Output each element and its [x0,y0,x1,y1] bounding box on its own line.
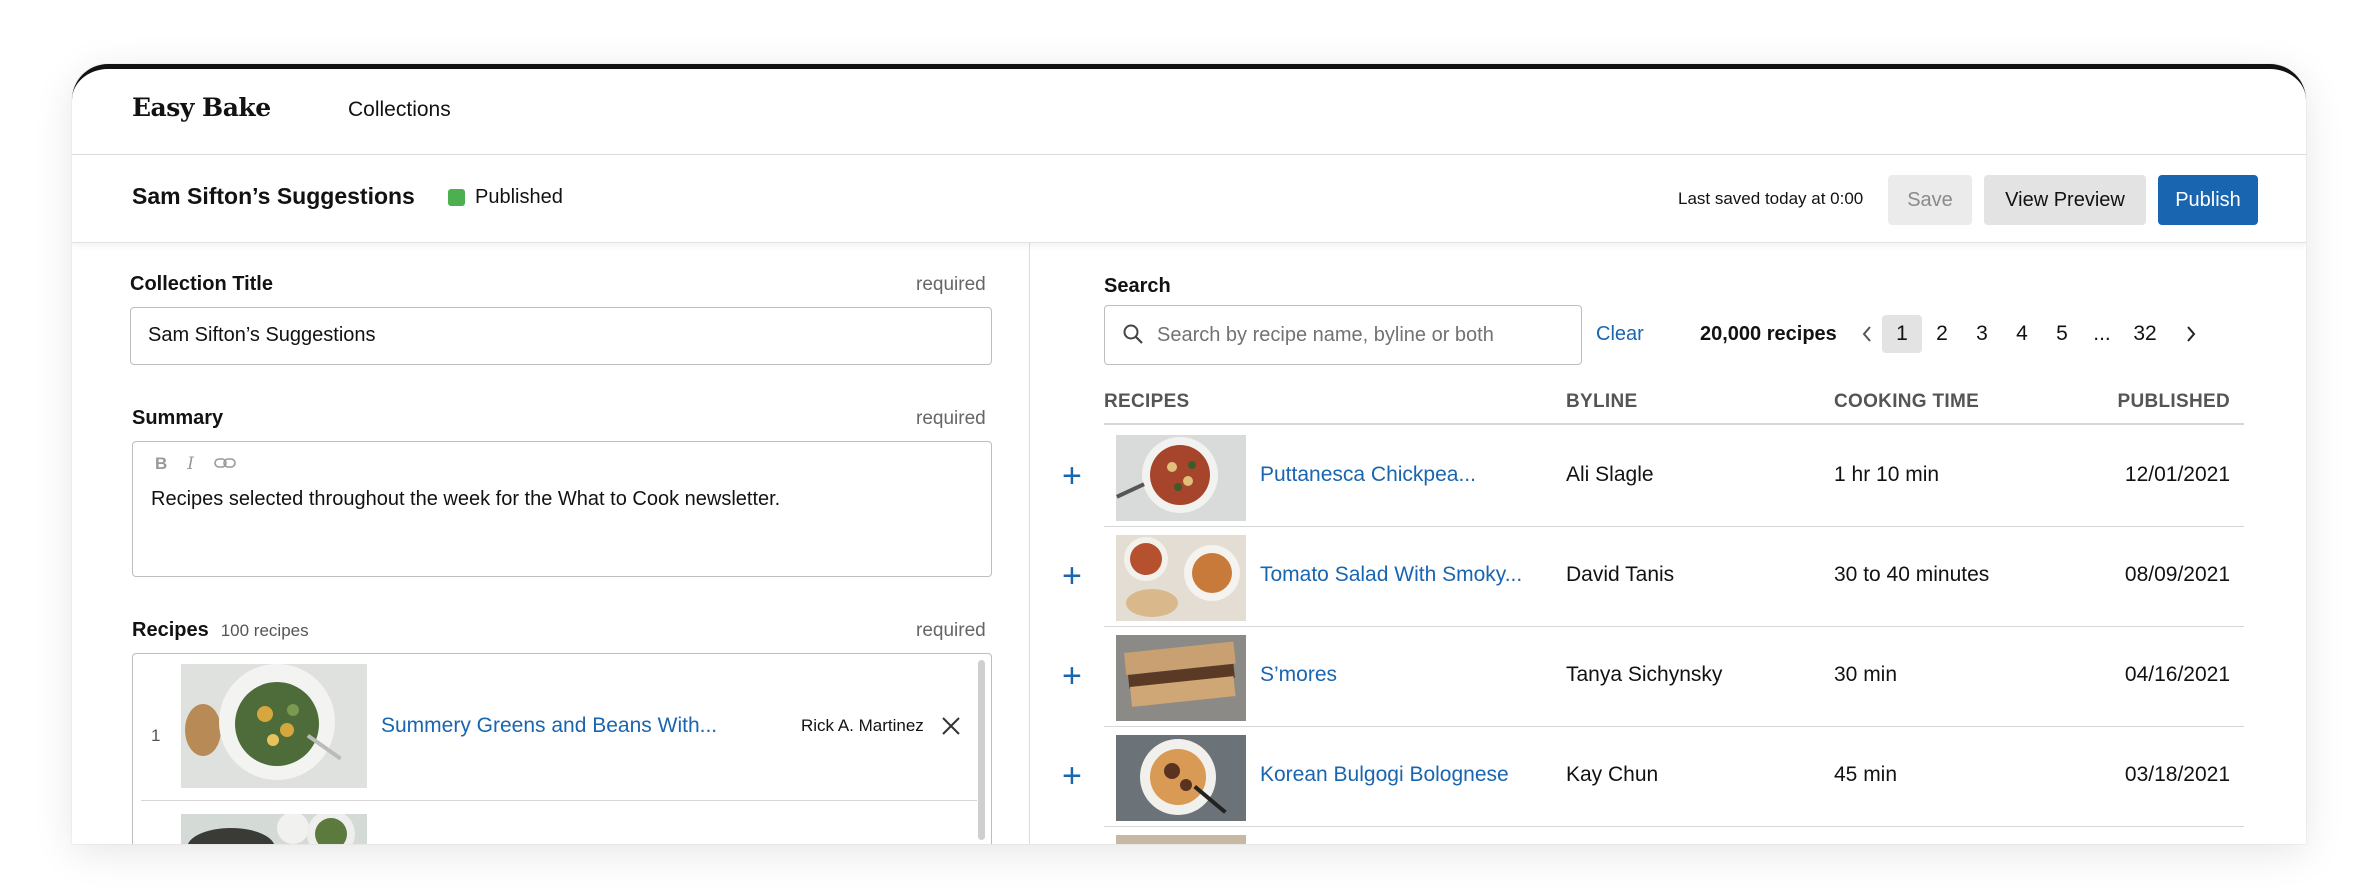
table-row [1104,827,2244,844]
selected-recipes-list: 1 Summery Greens and Beans With... Rick … [132,653,992,844]
view-preview-button[interactable]: View Preview [1984,175,2146,225]
collection-header: Sam Sifton’s Suggestions Published Last … [72,155,2306,243]
recipes-count: 100 recipes [220,621,309,640]
add-recipe-plus-icon[interactable]: + [1062,559,1082,593]
pagination: 1 2 3 4 5 ... 32 [1852,315,2206,353]
search-icon [1121,322,1145,351]
summary-value: Recipes selected throughout the week for… [151,488,781,510]
results-table-header: RECIPES BYLINE COOKING TIME PUBLISHED [1104,385,2244,425]
recipe-thumbnail [181,814,367,844]
page-button-1[interactable]: 1 [1882,315,1922,353]
last-saved-text: Last saved today at 0:00 [1678,189,1864,208]
recipe-cooking-time: 45 min [1834,763,1898,786]
recipes-label: Recipes 100 recipes [132,619,309,642]
recipe-thumbnail [1116,435,1246,521]
recipe-byline: Tanya Sichynsky [1566,663,1723,686]
table-row: + Korean Bulgogi Bolognese Kay Chun 45 m… [1062,727,2244,827]
italic-icon[interactable]: I [187,454,194,474]
recipes-required: required [916,620,986,641]
recipe-search-panel: Search Clear 20,000 recipes 1 2 3 4 5 ..… [1030,243,2306,844]
recipe-byline: Ali Slagle [1566,463,1654,486]
recipe-cooking-time: 1 hr 10 min [1834,463,1940,486]
page-button-5[interactable]: 5 [2042,315,2082,353]
table-row: + Tomato Salad With Smoky... David Tanis… [1062,527,2244,627]
recipe-published-date: 12/01/2021 [2124,463,2230,486]
bold-icon[interactable]: B [155,454,167,474]
clear-search-link[interactable]: Clear [1596,323,1644,346]
recipe-title-link[interactable]: Puttanesca Chickpea... [1260,463,1476,487]
collection-title-required: required [916,274,986,295]
recipe-cooking-time: 30 to 40 minutes [1834,563,1990,586]
recipe-byline: Rick A. Martinez [801,716,924,735]
app-logo[interactable]: Easy Bake [132,93,271,122]
app-window: Easy Bake Collections Sam Sifton’s Sugge… [72,64,2306,844]
recipe-cooking-time: 30 min [1834,663,1898,686]
column-header-byline[interactable]: BYLINE [1566,391,1637,413]
publish-button[interactable]: Publish [2158,175,2258,225]
page-button-32[interactable]: 32 [2122,315,2168,353]
search-input[interactable] [1157,306,1577,364]
column-header-recipes[interactable]: RECIPES [1104,391,1190,413]
recipe-title-link[interactable]: Tomato Salad With Smoky... [1260,563,1522,587]
column-header-cooking-time[interactable]: COOKING TIME [1834,391,1979,413]
page-button-2[interactable]: 2 [1922,315,1962,353]
add-recipe-plus-icon[interactable]: + [1062,659,1082,693]
recipe-byline: David Tanis [1566,563,1675,586]
summary-required: required [916,408,986,429]
table-row: + Puttanesca Chickpea... Ali Slagle 1 hr… [1062,427,2244,527]
page-button-3[interactable]: 3 [1962,315,2002,353]
remove-recipe-close-icon[interactable] [941,712,961,743]
collection-title-value: Sam Sifton’s Suggestions [148,324,376,346]
page-button-4[interactable]: 4 [2002,315,2042,353]
recipe-thumbnail [181,664,367,788]
add-recipe-plus-icon[interactable]: + [1062,759,1082,793]
status-label: Published [475,186,563,208]
summary-editor[interactable]: B I Recipes selected throughout the week… [132,441,992,577]
link-icon[interactable] [214,454,236,474]
collection-title-label: Collection Title [130,273,273,295]
recipe-thumbnail [1116,535,1246,621]
page-title: Sam Sifton’s Suggestions [132,183,415,209]
save-button[interactable]: Save [1888,175,1972,225]
recipe-thumbnail [1116,835,1246,844]
recipe-index: 1 [151,726,161,745]
column-header-published[interactable]: PUBLISHED [2114,391,2230,413]
nav-collections-link[interactable]: Collections [348,98,451,122]
page-ellipsis: ... [2093,322,2111,345]
chevron-right-icon[interactable] [2176,315,2206,353]
search-box[interactable] [1104,305,1582,365]
recipes-label-text: Recipes [132,619,209,641]
status-indicator-icon [448,189,465,206]
recipe-published-date: 04/16/2021 [2124,663,2230,686]
recipe-published-date: 08/09/2021 [2124,563,2230,586]
recipe-title-link[interactable]: S’mores [1260,663,1337,687]
top-nav: Easy Bake Collections [72,69,2306,155]
recipe-byline: Kay Chun [1566,763,1659,786]
collection-form-panel: Collection Title required Sam Sifton’s S… [72,243,1030,844]
collection-title-input[interactable]: Sam Sifton’s Suggestions [130,307,992,365]
table-row: + S’mores Tanya Sichynsky 30 min 04/16/2… [1062,627,2244,727]
search-label: Search [1104,275,1171,297]
recipe-title-link[interactable]: Korean Bulgogi Bolognese [1260,763,1509,787]
rich-text-toolbar: B I [155,454,236,474]
recipe-thumbnail [1116,735,1246,821]
summary-label: Summary [132,407,224,429]
recipe-thumbnail [1116,635,1246,721]
add-recipe-plus-icon[interactable]: + [1062,459,1082,493]
list-divider [141,800,977,801]
chevron-left-icon[interactable] [1852,315,1882,353]
status-badge: Published [448,186,563,209]
recipe-title-link[interactable]: Summery Greens and Beans With... [381,714,717,738]
result-count: 20,000 recipes [1700,323,1837,345]
selected-recipes-scrollbar[interactable] [978,660,985,840]
recipe-published-date: 03/18/2021 [2124,763,2230,786]
